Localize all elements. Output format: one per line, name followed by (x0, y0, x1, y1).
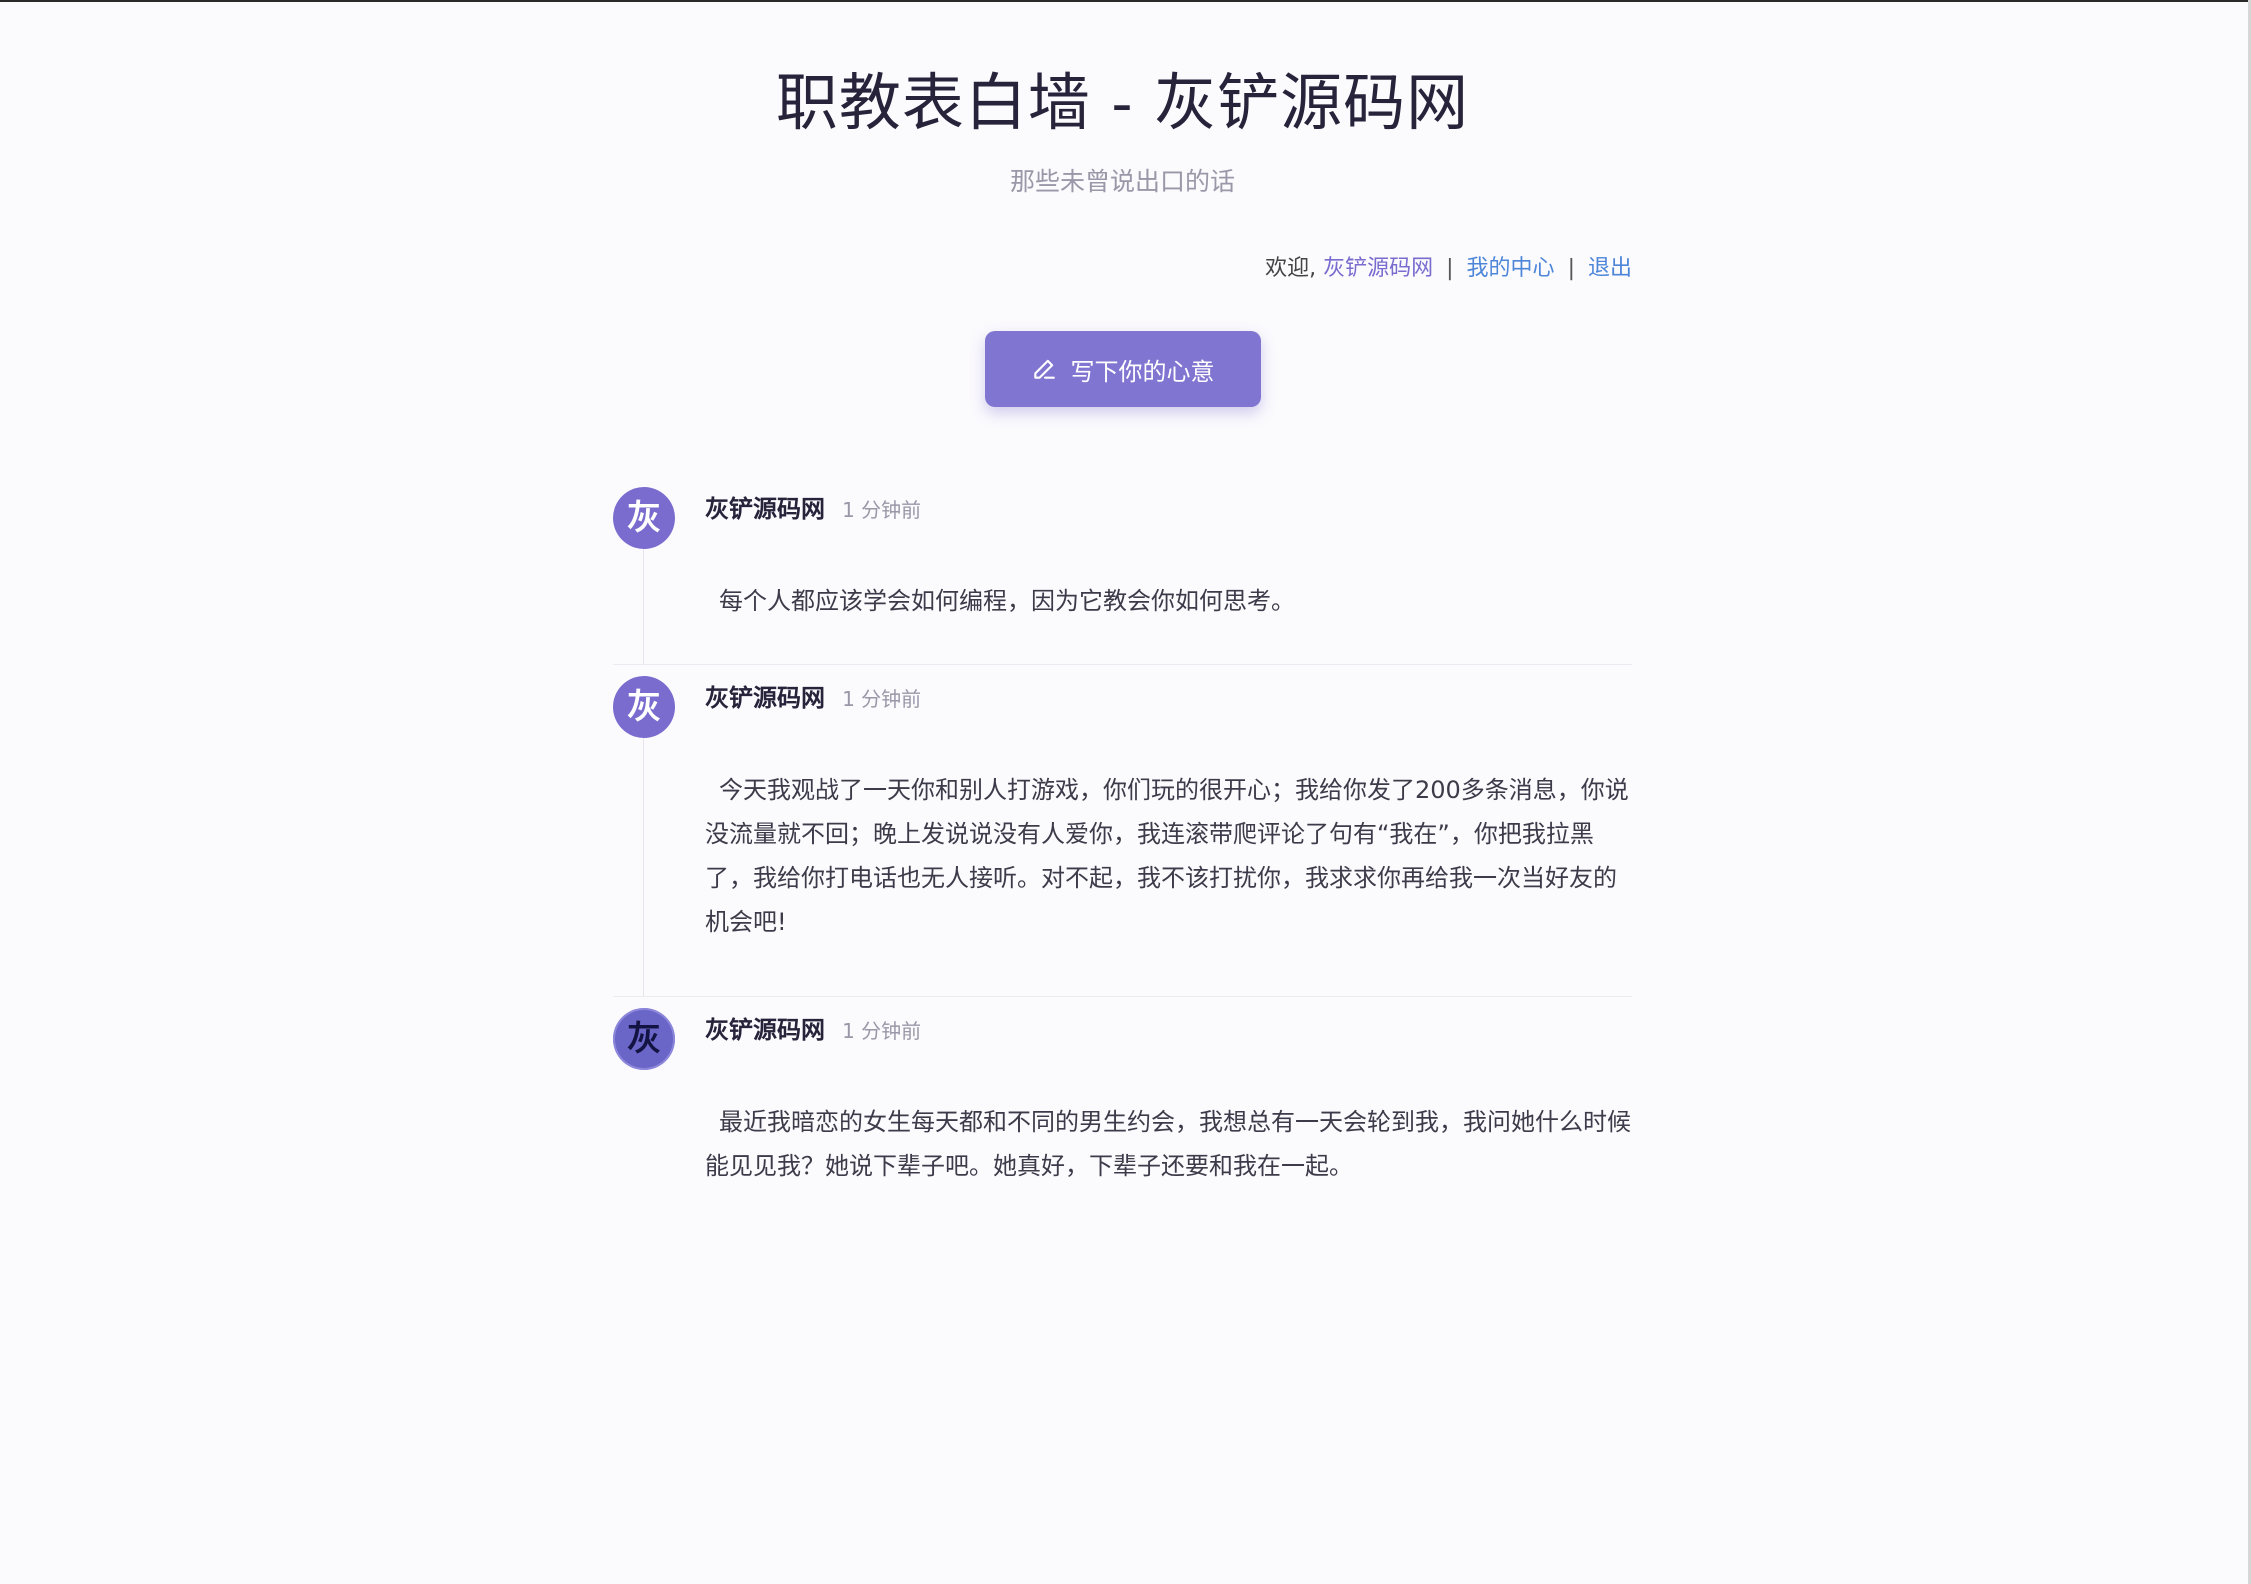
post-time: 1 分钟前 (842, 687, 922, 711)
timeline-line (643, 738, 644, 996)
username-link[interactable]: 灰铲源码网 (1323, 256, 1433, 281)
message-content: 每个人都应该学会如何编程，因为它教会你如何思考。 (719, 587, 1295, 615)
logout-link[interactable]: 退出 (1588, 256, 1632, 281)
post-time: 1 分钟前 (842, 498, 922, 522)
write-button-wrap: 写下你的心意 (613, 331, 1632, 407)
message-header: 灰铲源码网 1 分钟前 (705, 487, 1632, 529)
avatar: 灰 (613, 676, 675, 738)
divider: | (1446, 256, 1454, 281)
message-list: 灰 灰铲源码网 1 分钟前 每个人都应该学会如何编程，因为它教会你如何思考。 灰… (613, 487, 1632, 1210)
message-content: 今天我观战了一天你和别人打游戏，你们玩的很开心；我给你发了200多条消息，你说没… (705, 776, 1629, 936)
author-name: 灰铲源码网 (705, 495, 825, 523)
message-item: 灰 灰铲源码网 1 分钟前 今天我观战了一天你和别人打游戏，你们玩的很开心；我给… (613, 676, 1632, 997)
author-name: 灰铲源码网 (705, 1016, 825, 1044)
user-bar: 欢迎, 灰铲源码网 | 我的中心 | 退出 (613, 254, 1632, 284)
post-time: 1 分钟前 (842, 1019, 922, 1043)
message-item: 灰 灰铲源码网 1 分钟前 最近我暗恋的女生每天都和不同的男生约会，我想总有一天… (613, 1008, 1632, 1210)
page-title: 职教表白墙 - 灰铲源码网 (775, 66, 1470, 139)
my-center-link[interactable]: 我的中心 (1467, 256, 1555, 281)
message-header: 灰铲源码网 1 分钟前 (705, 1008, 1632, 1050)
message-header: 灰铲源码网 1 分钟前 (705, 676, 1632, 718)
timeline-line (643, 549, 644, 664)
avatar: 灰 (613, 487, 675, 549)
message-item: 灰 灰铲源码网 1 分钟前 每个人都应该学会如何编程，因为它教会你如何思考。 (613, 487, 1632, 665)
welcome-text: 欢迎, (1265, 256, 1317, 281)
page-container: 职教表白墙 - 灰铲源码网 那些未曾说出口的话 欢迎, 灰铲源码网 | 我的中心… (613, 0, 1632, 1210)
avatar: 灰 (613, 1008, 675, 1070)
divider: | (1567, 256, 1575, 281)
pencil-icon (1031, 356, 1057, 382)
site-header: 职教表白墙 - 灰铲源码网 那些未曾说出口的话 (613, 0, 1632, 198)
page-subtitle: 那些未曾说出口的话 (1009, 167, 1235, 196)
message-content: 最近我暗恋的女生每天都和不同的男生约会，我想总有一天会轮到我，我问她什么时候能见… (705, 1108, 1631, 1180)
author-name: 灰铲源码网 (705, 684, 825, 712)
write-button-label: 写下你的心意 (1070, 357, 1215, 386)
write-message-button[interactable]: 写下你的心意 (984, 331, 1261, 407)
